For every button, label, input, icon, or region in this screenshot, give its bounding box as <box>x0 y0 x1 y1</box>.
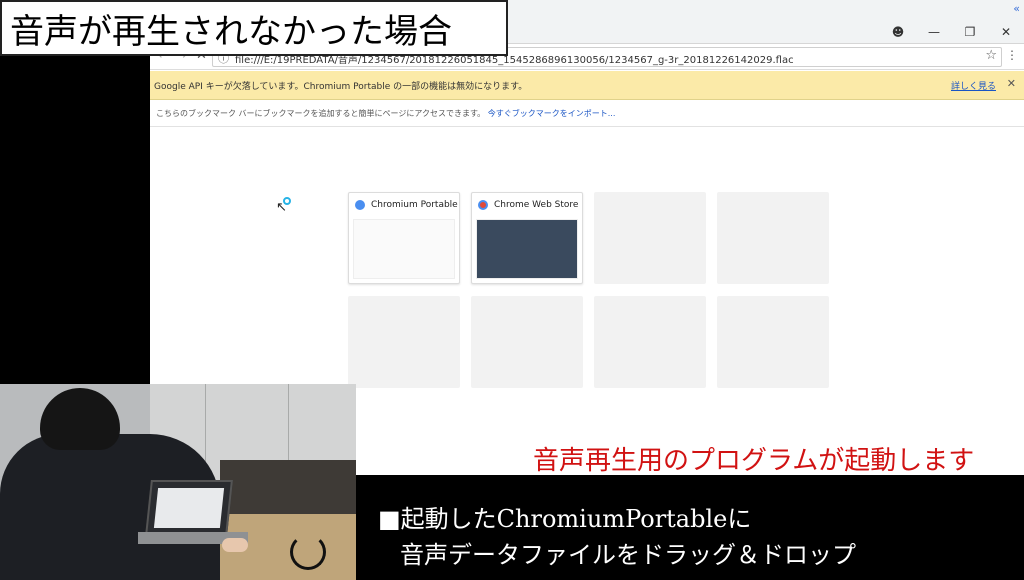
collapse-icon[interactable]: « <box>1013 2 1020 15</box>
star-icon[interactable]: ☆ <box>985 48 997 63</box>
video-title-overlay: 音声が再生されなかった場合 <box>0 0 508 56</box>
restore-icon[interactable]: ❐ <box>952 22 988 42</box>
cabinet <box>220 460 356 516</box>
tile-title: Chromium Portable ... <box>371 200 459 210</box>
overlay-title: 音声が再生されなかった場合 <box>10 11 452 52</box>
empty-tile <box>594 296 706 388</box>
tile-thumbnail <box>476 219 578 279</box>
tile-title: Chrome Web Store <box>494 200 579 210</box>
account-icon[interactable]: ☻ <box>880 22 916 42</box>
headset-icon <box>290 534 326 570</box>
most-visited-tile[interactable]: Chromium Portable ... <box>348 192 460 284</box>
minimize-icon[interactable]: — <box>916 22 952 42</box>
infobar: Google API キーが欠落しています。Chromium Portable … <box>150 71 1024 100</box>
menu-icon[interactable]: ⋮ <box>1006 48 1018 62</box>
most-visited-tile[interactable]: Chrome Web Store <box>471 192 583 284</box>
web-store-icon <box>478 200 488 210</box>
hand <box>222 538 248 552</box>
tile-thumbnail <box>353 219 455 279</box>
tile-header: Chromium Portable ... <box>349 193 459 217</box>
empty-tile <box>594 192 706 284</box>
empty-tile <box>717 296 829 388</box>
bookmark-hint: こちらのブックマーク バーにブックマークを追加すると簡単にページにアクセスできま… <box>156 108 615 119</box>
infobar-close-icon[interactable]: ✕ <box>1007 77 1016 90</box>
camera-inset <box>0 384 356 580</box>
caption-line-1: ■起動したChromiumPortableに <box>378 505 752 533</box>
loading-spinner-icon <box>283 197 291 205</box>
window-controls: ☻ — ❐ ✕ <box>880 22 1024 42</box>
infobar-learn-more-link[interactable]: 詳しく見る <box>951 79 996 92</box>
laptop-screen <box>145 480 233 536</box>
infobar-message: Google API キーが欠落しています。Chromium Portable … <box>154 82 528 92</box>
bookmark-hint-text: こちらのブックマーク バーにブックマークを追加すると簡単にページにアクセスできま… <box>156 109 486 118</box>
caption-line-2: 音声データファイルをドラッグ＆ドロップ <box>400 541 856 569</box>
tile-header: Chrome Web Store <box>472 193 582 217</box>
person-head <box>40 388 120 450</box>
bookmark-bar: こちらのブックマーク バーにブックマークを追加すると簡単にページにアクセスできま… <box>150 101 1024 127</box>
empty-tile <box>471 296 583 388</box>
red-caption: 音声再生用のプログラムが起動します <box>533 446 975 476</box>
empty-tile <box>348 296 460 388</box>
empty-tile <box>717 192 829 284</box>
laptop-display <box>153 488 225 528</box>
close-icon[interactable]: ✕ <box>988 22 1024 42</box>
chromium-icon <box>355 200 365 210</box>
caption-box: ■起動したChromiumPortableに 音声データファイルをドラッグ＆ドロ… <box>356 475 1024 580</box>
bookmark-import-link[interactable]: 今すぐブックマークをインポート... <box>488 109 616 118</box>
